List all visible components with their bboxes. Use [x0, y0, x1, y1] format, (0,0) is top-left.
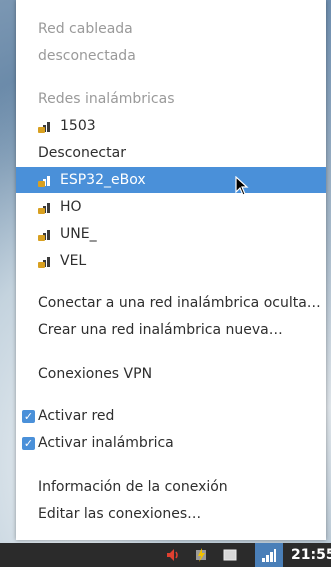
- network-tray-button[interactable]: [255, 543, 283, 567]
- wired-header-label: Red cableada: [38, 21, 133, 37]
- enable-wireless-item[interactable]: ✓ Activar inalámbrica: [16, 430, 326, 456]
- wired-status: desconectada: [16, 43, 326, 69]
- network-item-esp32[interactable]: ESP32_eBox: [16, 167, 326, 193]
- network-item-ho[interactable]: HO: [16, 194, 326, 220]
- clock[interactable]: 21:55: [291, 543, 331, 567]
- checkbox-checked-icon[interactable]: ✓: [22, 436, 35, 450]
- wifi-signal-icon: [38, 254, 54, 268]
- wifi-signal-icon: [38, 119, 54, 133]
- connect-hidden-label: Conectar a una red inalámbrica oculta…: [38, 295, 321, 311]
- wireless-header-label: Redes inalámbricas: [38, 91, 175, 107]
- wifi-signal-icon: [38, 200, 54, 214]
- speaker-icon[interactable]: [165, 547, 181, 563]
- network-menu: Red cableada desconectada Redes inalámbr…: [16, 0, 326, 540]
- network-name: ESP32_eBox: [60, 172, 146, 188]
- create-network-item[interactable]: Crear una red inalámbrica nueva…: [16, 317, 326, 343]
- wireless-header: Redes inalámbricas: [16, 86, 326, 112]
- wired-header: Red cableada: [16, 16, 326, 42]
- wifi-signal-icon: [38, 173, 54, 187]
- connect-hidden-item[interactable]: Conectar a una red inalámbrica oculta…: [16, 290, 326, 316]
- power-icon[interactable]: [193, 547, 209, 563]
- mouse-cursor-icon: [235, 176, 249, 196]
- window-icon[interactable]: [222, 547, 238, 563]
- create-network-label: Crear una red inalámbrica nueva…: [38, 322, 283, 338]
- checkbox-checked-icon[interactable]: ✓: [22, 409, 35, 423]
- disconnect-label: Desconectar: [38, 145, 126, 161]
- network-item-vel[interactable]: VEL: [16, 248, 326, 274]
- vpn-item[interactable]: Conexiones VPN: [16, 361, 326, 387]
- vpn-label: Conexiones VPN: [38, 366, 153, 382]
- taskbar: 21:55: [0, 543, 331, 567]
- network-item-une[interactable]: UNE_: [16, 221, 326, 247]
- network-name: VEL: [60, 253, 87, 269]
- edit-connections-item[interactable]: Editar las conexiones…: [16, 501, 326, 527]
- disconnect-item[interactable]: Desconectar: [16, 140, 326, 166]
- network-name: UNE_: [60, 226, 97, 242]
- wifi-signal-icon: [262, 549, 276, 562]
- edit-connections-label: Editar las conexiones…: [38, 506, 202, 522]
- connection-info-item[interactable]: Información de la conexión: [16, 474, 326, 500]
- connected-network-label: 1503: [60, 118, 96, 134]
- enable-network-label: Activar red: [38, 408, 115, 424]
- connected-network-item: 1503: [16, 113, 326, 139]
- connection-info-label: Información de la conexión: [38, 479, 228, 495]
- wired-status-label: desconectada: [38, 48, 136, 64]
- network-name: HO: [60, 199, 82, 215]
- enable-wireless-label: Activar inalámbrica: [38, 435, 174, 451]
- enable-network-item[interactable]: ✓ Activar red: [16, 403, 326, 429]
- wifi-signal-icon: [38, 227, 54, 241]
